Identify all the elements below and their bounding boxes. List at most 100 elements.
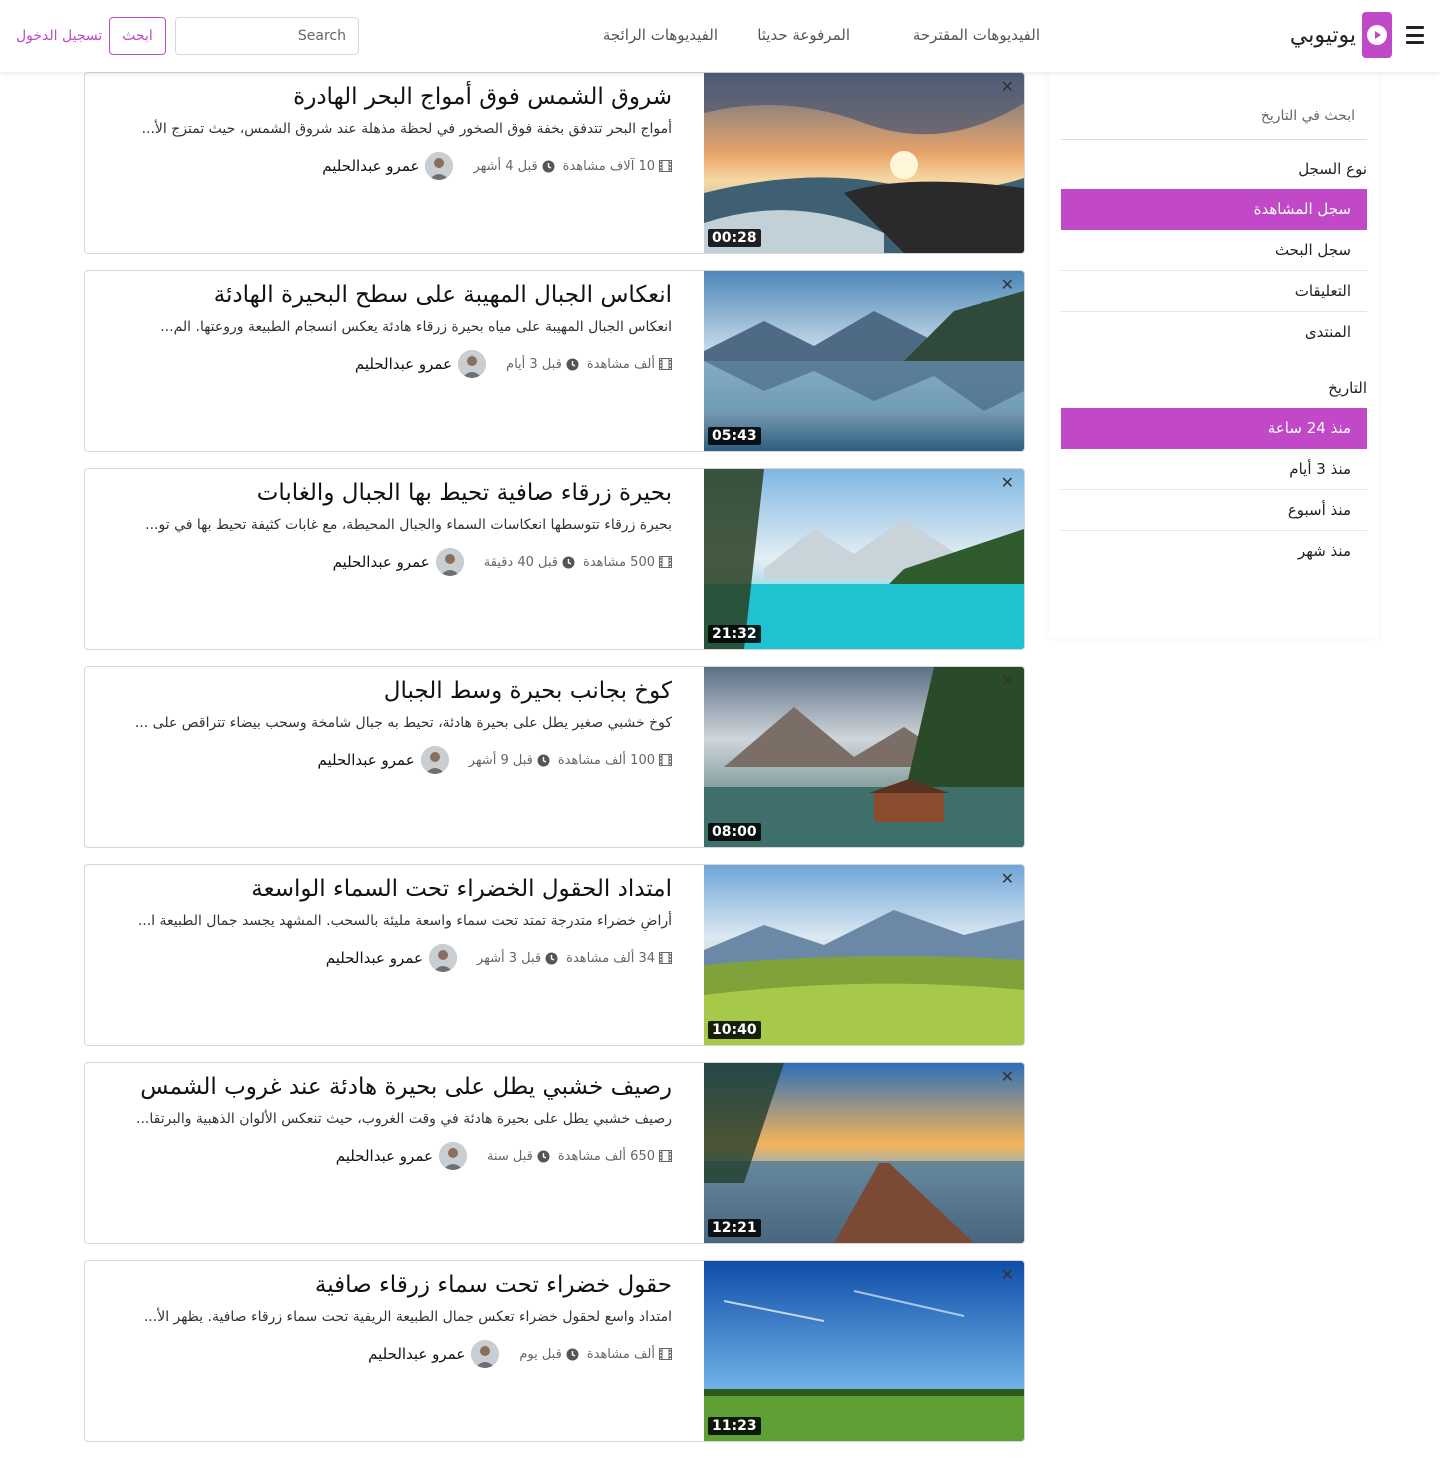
date-heading: التاريخ <box>1328 379 1367 397</box>
search-button[interactable]: ابحث <box>109 17 166 55</box>
date-range-week[interactable]: منذ أسبوع <box>1061 490 1367 531</box>
video-duration: 00:28 <box>708 229 761 247</box>
clock-icon <box>566 358 579 371</box>
video-thumbnail[interactable]: ✕ 05:43 <box>704 271 1024 451</box>
video-title[interactable]: انعكاس الجبال المهيبة على سطح البحيرة ال… <box>96 279 672 311</box>
avatar <box>471 1340 500 1368</box>
play-icon <box>1362 12 1392 58</box>
video-meta: 650 ألف مشاهدة قبل سنة عمرو عبدالحليم <box>96 1141 672 1171</box>
date-range-3days[interactable]: منذ 3 أيام <box>1061 449 1367 490</box>
views-stat: ألف مشاهدة <box>587 1347 672 1362</box>
avatar <box>435 548 464 576</box>
video-meta: ألف مشاهدة قبل يوم عمرو عبدالحليم <box>96 1339 672 1369</box>
remove-icon[interactable]: ✕ <box>1001 475 1014 491</box>
video-card[interactable]: ✕ 05:43 انعكاس الجبال المهيبة على سطح ال… <box>84 270 1025 452</box>
login-link[interactable]: تسجيل الدخول <box>16 28 102 44</box>
clock-icon <box>542 160 555 173</box>
avatar <box>420 746 449 774</box>
video-description: أمواج البحر تتدفق بخفة فوق الصخور في لحظ… <box>141 121 672 137</box>
video-title[interactable]: حقول خضراء تحت سماء زرقاء صافية <box>96 1269 672 1301</box>
remove-icon[interactable]: ✕ <box>1001 673 1014 689</box>
remove-icon[interactable]: ✕ <box>1001 1267 1014 1283</box>
author[interactable]: عمرو عبدالحليم <box>326 944 457 972</box>
video-title[interactable]: كوخ بجانب بحيرة وسط الجبال <box>96 675 672 707</box>
thumbnail-image <box>704 73 1024 253</box>
date-range-24h[interactable]: منذ 24 ساعة <box>1061 408 1367 449</box>
time-ago: قبل سنة <box>486 1148 533 1164</box>
nav-link-suggested[interactable]: الفيديوهات المقترحة <box>913 26 1040 44</box>
video-duration: 05:43 <box>708 427 761 445</box>
avatar <box>458 350 487 378</box>
views-stat: 10 آلاف مشاهدة <box>563 159 672 174</box>
date-range-list: منذ 24 ساعة منذ 3 أيام منذ أسبوع منذ شهر <box>1061 408 1367 572</box>
author-name: عمرو عبدالحليم <box>354 355 453 373</box>
remove-icon[interactable]: ✕ <box>1001 79 1014 95</box>
video-card[interactable]: ✕ 10:40 امتداد الحقول الخضراء تحت السماء… <box>84 864 1025 1046</box>
history-search-input[interactable] <box>1061 92 1367 140</box>
hamburger-icon[interactable] <box>1406 26 1424 44</box>
video-duration: 11:23 <box>708 1417 761 1435</box>
time-stat: قبل 3 أيام <box>506 357 579 372</box>
time-ago: قبل 3 أيام <box>506 356 562 372</box>
video-card[interactable]: ✕ 21:32 بحيرة زرقاء صافية تحيط بها الجبا… <box>84 468 1025 650</box>
author[interactable]: عمرو عبدالحليم <box>322 152 454 180</box>
video-thumbnail[interactable]: ✕ 10:40 <box>704 865 1024 1045</box>
video-meta: 34 ألف مشاهدة قبل 3 أشهر عمرو عبدالحليم <box>96 943 672 973</box>
video-card[interactable]: ✕ 08:00 كوخ بجانب بحيرة وسط الجبال كوخ خ… <box>84 666 1025 848</box>
date-range-month[interactable]: منذ شهر <box>1061 531 1367 572</box>
film-icon <box>659 160 672 172</box>
search-input[interactable] <box>175 17 359 55</box>
video-thumbnail[interactable]: ✕ 08:00 <box>704 667 1024 847</box>
video-duration: 21:32 <box>708 625 761 643</box>
video-card[interactable]: ✕ 00:28 شروق الشمس فوق أمواج البحر الهاد… <box>84 72 1025 254</box>
video-title[interactable]: رصيف خشبي يطل على بحيرة هادئة عند غروب ا… <box>96 1071 672 1103</box>
video-meta: 10 آلاف مشاهدة قبل 4 أشهر عمرو عبدالحليم <box>96 151 672 181</box>
author[interactable]: عمرو عبدالحليم <box>336 1142 467 1170</box>
remove-icon[interactable]: ✕ <box>1001 277 1014 293</box>
time-ago: قبل يوم <box>519 1346 562 1362</box>
video-duration: 12:21 <box>708 1219 761 1237</box>
time-ago: قبل 4 أشهر <box>473 158 538 174</box>
time-ago: قبل 40 دقيقة <box>483 554 559 570</box>
video-thumbnail[interactable]: ✕ 21:32 <box>704 469 1024 649</box>
time-stat: قبل سنة <box>487 1149 550 1164</box>
video-card[interactable]: ✕ 12:21 رصيف خشبي يطل على بحيرة هادئة عن… <box>84 1062 1025 1244</box>
nav-link-recent[interactable]: المرفوعة حديثا <box>757 26 850 44</box>
video-meta: ألف مشاهدة قبل 3 أيام عمرو عبدالحليم <box>96 349 672 379</box>
video-card[interactable]: ✕ 11:23 حقول خضراء تحت سماء زرقاء صافية … <box>84 1260 1025 1442</box>
author[interactable]: عمرو عبدالحليم <box>368 1340 500 1368</box>
avatar <box>438 1142 467 1170</box>
time-ago: قبل 3 أشهر <box>476 950 542 966</box>
video-thumbnail[interactable]: ✕ 11:23 <box>704 1261 1024 1441</box>
nav-link-trending[interactable]: الفيديوهات الرائجة <box>603 26 718 44</box>
video-description: كوخ خشبي صغير يطل على بحيرة هادئة، تحيط … <box>134 715 672 731</box>
time-ago: قبل 9 أشهر <box>468 752 533 768</box>
thumbnail-image <box>704 1063 1024 1243</box>
video-description: بحيرة زرقاء تتوسطها انعكاسات السماء والج… <box>145 517 672 533</box>
time-stat: قبل 4 أشهر <box>473 158 555 174</box>
video-title[interactable]: بحيرة زرقاء صافية تحيط بها الجبال والغاب… <box>96 477 672 509</box>
video-thumbnail[interactable]: ✕ 00:28 <box>704 73 1024 253</box>
video-title[interactable]: شروق الشمس فوق أمواج البحر الهادرة <box>96 81 672 113</box>
author[interactable]: عمرو عبدالحليم <box>333 548 464 576</box>
brand[interactable]: يوتيوبي <box>1290 12 1392 58</box>
clock-icon <box>562 556 575 569</box>
video-info: شروق الشمس فوق أمواج البحر الهادرة أمواج… <box>96 81 672 181</box>
clock-icon <box>545 952 558 965</box>
remove-icon[interactable]: ✕ <box>1001 871 1014 887</box>
thumbnail-image <box>704 865 1024 1045</box>
author[interactable]: عمرو عبدالحليم <box>354 350 487 378</box>
record-type-search-history[interactable]: سجل البحث <box>1061 230 1367 271</box>
thumbnail-image <box>704 667 1024 847</box>
video-title[interactable]: امتداد الحقول الخضراء تحت السماء الواسعة <box>96 873 672 905</box>
video-thumbnail[interactable]: ✕ 12:21 <box>704 1063 1024 1243</box>
video-info: كوخ بجانب بحيرة وسط الجبال كوخ خشبي صغير… <box>96 675 672 775</box>
remove-icon[interactable]: ✕ <box>1001 1069 1014 1085</box>
author[interactable]: عمرو عبدالحليم <box>317 746 449 774</box>
record-type-comments[interactable]: التعليقات <box>1061 271 1367 312</box>
author-name: عمرو عبدالحليم <box>317 751 415 769</box>
record-type-forum[interactable]: المنتدى <box>1061 312 1367 353</box>
views-stat: 34 ألف مشاهدة <box>566 951 672 966</box>
video-meta: 500 مشاهدة قبل 40 دقيقة عمرو عبدالحليم <box>96 547 672 577</box>
record-type-watch-history[interactable]: سجل المشاهدة <box>1061 189 1367 230</box>
